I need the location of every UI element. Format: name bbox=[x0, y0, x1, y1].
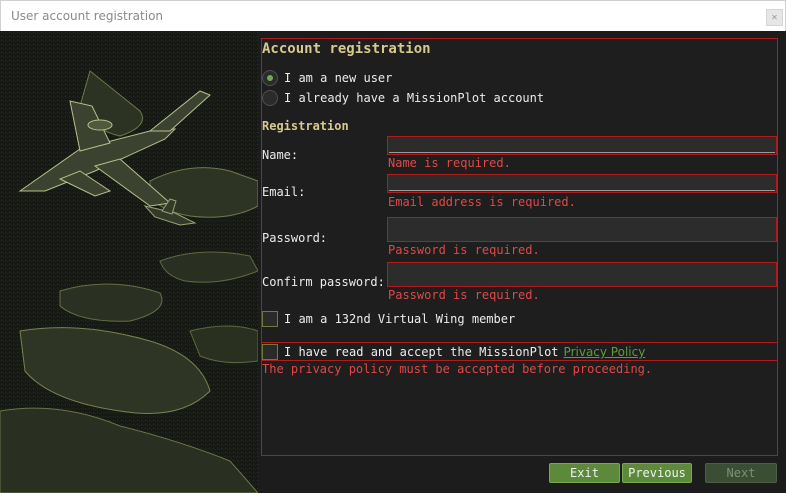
window-title: User account registration bbox=[11, 9, 164, 23]
radio-new-user[interactable]: I am a new user bbox=[262, 69, 392, 87]
password-error: Password is required. bbox=[388, 243, 540, 257]
title-bar: User account registration ✕ bbox=[0, 0, 786, 31]
confirm-password-field[interactable] bbox=[387, 262, 777, 287]
name-error: Name is required. bbox=[388, 156, 511, 170]
registration-heading: Registration bbox=[262, 119, 349, 133]
name-label: Name: bbox=[262, 148, 299, 162]
form-heading: Account registration bbox=[262, 41, 431, 57]
radio-existing-account-label: I already have a MissionPlot account bbox=[284, 91, 545, 105]
privacy-checkbox-label: I have read and accept the MissionPlot bbox=[284, 345, 559, 359]
radio-existing-account[interactable]: I already have a MissionPlot account bbox=[262, 89, 544, 107]
privacy-checkbox[interactable] bbox=[262, 344, 278, 360]
confirm-password-label: Confirm password: bbox=[262, 275, 385, 289]
radio-new-user-label: I am a new user bbox=[284, 71, 393, 85]
privacy-checkbox-row[interactable]: I have read and accept the MissionPlot P… bbox=[262, 343, 645, 361]
privacy-error: The privacy policy must be accepted befo… bbox=[262, 362, 653, 376]
email-field-underline bbox=[389, 190, 775, 191]
confirm-password-error: Password is required. bbox=[388, 288, 540, 302]
name-field-underline bbox=[389, 152, 775, 153]
next-button[interactable]: Next bbox=[705, 463, 777, 483]
password-label: Password: bbox=[262, 231, 328, 245]
member-checkbox-label: I am a 132nd Virtual Wing member bbox=[284, 312, 516, 326]
password-field[interactable] bbox=[387, 217, 777, 242]
previous-button[interactable]: Previous bbox=[622, 463, 692, 483]
exit-button[interactable]: Exit bbox=[549, 463, 620, 483]
email-error: Email address is required. bbox=[388, 195, 576, 209]
privacy-policy-link[interactable]: Privacy Policy bbox=[564, 345, 646, 359]
side-artwork bbox=[0, 31, 258, 493]
member-checkbox[interactable] bbox=[262, 311, 278, 327]
close-icon[interactable]: ✕ bbox=[766, 9, 783, 26]
email-label: Email: bbox=[262, 185, 306, 199]
radio-unselected-icon[interactable] bbox=[262, 90, 278, 106]
member-checkbox-row[interactable]: I am a 132nd Virtual Wing member bbox=[262, 310, 515, 328]
radio-selected-icon[interactable] bbox=[262, 70, 278, 86]
